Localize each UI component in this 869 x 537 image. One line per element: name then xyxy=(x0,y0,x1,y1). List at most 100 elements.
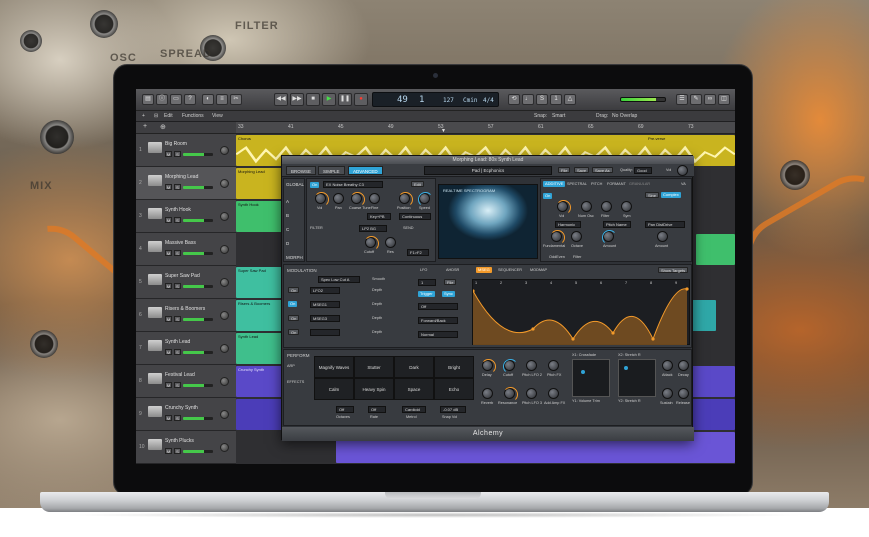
perform-pad[interactable]: Echo xyxy=(434,378,474,400)
pan-knob[interactable] xyxy=(220,344,229,353)
snap-vol-dropdown[interactable]: -0.07 dB xyxy=(440,406,466,413)
mod-source-1[interactable]: LFO2 xyxy=(310,287,340,294)
snap-value[interactable]: Smart xyxy=(552,111,565,121)
volume-fader[interactable] xyxy=(183,417,213,420)
attack-knob[interactable] xyxy=(662,360,673,371)
pause-button[interactable]: ❚❚ xyxy=(338,93,352,106)
timeline-ruler[interactable]: 33 41 45 49 53 57 61 65 69 73 ▼ xyxy=(236,122,735,134)
play-button[interactable]: ▶ xyxy=(322,93,336,106)
menu-edit[interactable]: Edit xyxy=(164,111,173,121)
volume-fader[interactable] xyxy=(183,252,213,255)
tab-additive[interactable]: ADDITIVE xyxy=(543,181,566,187)
toolbar-icon[interactable]: ▭ xyxy=(170,94,182,105)
menu-view[interactable]: View xyxy=(212,111,223,121)
tab-ahdsr[interactable]: AHDSR xyxy=(446,268,459,272)
pan-knob[interactable] xyxy=(220,377,229,386)
volume-fader[interactable] xyxy=(183,351,213,354)
pitch-name-dropdown[interactable]: Pitch Name xyxy=(603,221,631,228)
source-dropdown[interactable]: EX Noise Breathy C3 xyxy=(323,181,383,188)
sidebar-item-a[interactable]: A xyxy=(286,199,289,204)
pitch-lfo2-knob[interactable] xyxy=(526,360,537,371)
perform-pad[interactable]: Heavy Spin xyxy=(354,378,394,400)
audio-region[interactable]: Synth Lead xyxy=(236,333,282,364)
file-button[interactable]: File xyxy=(558,167,571,173)
solo-button[interactable]: S xyxy=(174,184,181,190)
source-edit-button[interactable]: Edit xyxy=(411,181,424,187)
mute-button[interactable]: M xyxy=(165,184,172,190)
solo-button[interactable]: S xyxy=(174,151,181,157)
coarse-tune-knob[interactable] xyxy=(350,192,365,207)
track-name[interactable]: Synth Hook xyxy=(165,207,191,213)
sidebar-item-global[interactable]: GLOBAL xyxy=(286,182,304,187)
num-osc-knob[interactable] xyxy=(581,201,592,212)
save-as-button[interactable]: Save As xyxy=(592,167,613,173)
xy-pad-handle[interactable] xyxy=(624,366,628,370)
tab-browse[interactable]: BROWSE xyxy=(286,166,317,175)
xy-pad-handle[interactable] xyxy=(581,370,585,374)
sidebar-item-morph[interactable]: MORPH xyxy=(286,255,303,260)
track-name[interactable]: Festival Lead xyxy=(165,372,195,378)
harmonic-dropdown[interactable]: Harmonic xyxy=(555,221,581,228)
fundamental-knob[interactable] xyxy=(550,230,565,245)
track-header[interactable]: 2 Morphing Lead M S xyxy=(136,167,236,200)
metronome-icon[interactable]: △ xyxy=(564,94,576,105)
tab-granular[interactable]: GRANULAR xyxy=(629,182,650,186)
solo-button[interactable]: S xyxy=(174,382,181,388)
tab-formant[interactable]: FORMANT xyxy=(607,182,626,186)
sidebar-item-b[interactable]: B xyxy=(286,213,289,218)
notepad-icon[interactable]: ✎ xyxy=(690,94,702,105)
track-name[interactable]: Synth Plucks xyxy=(165,438,194,444)
add-amp-fx-knob[interactable] xyxy=(548,388,559,399)
source-on-button[interactable]: On xyxy=(310,182,320,188)
track-header[interactable]: 10 Synth Plucks M S xyxy=(136,431,236,464)
cycle-icon[interactable]: ⟲ xyxy=(508,94,520,105)
reverb-knob[interactable] xyxy=(482,388,493,399)
solo-button[interactable]: S xyxy=(174,448,181,454)
track-name[interactable]: Super Saw Pad xyxy=(165,273,200,279)
octaves-dropdown[interactable]: Off xyxy=(336,406,354,413)
tab-effects[interactable]: EFFECTS xyxy=(287,380,304,384)
add-track-button[interactable]: + xyxy=(142,111,145,121)
smart-controls-icon[interactable]: ◐ xyxy=(202,94,214,105)
key-dropdown[interactable]: Key+PB xyxy=(367,213,391,220)
volume-fader[interactable] xyxy=(183,285,213,288)
perform-pad[interactable]: Space xyxy=(394,378,434,400)
track-header[interactable]: 3 Synth Hook M S xyxy=(136,200,236,233)
speed-knob[interactable] xyxy=(418,192,433,207)
filter-knob[interactable] xyxy=(601,201,612,212)
pan-knob[interactable] xyxy=(220,443,229,452)
solo-button[interactable]: S xyxy=(174,217,181,223)
track-name[interactable]: Big Room xyxy=(165,141,187,147)
tab-mseg[interactable]: MSEG xyxy=(476,267,492,273)
track-header[interactable]: 4 Massive Bass M S xyxy=(136,233,236,266)
mute-button[interactable]: M xyxy=(165,316,172,322)
browser-icon[interactable]: ◫ xyxy=(718,94,730,105)
menu-functions[interactable]: Functions xyxy=(182,111,204,121)
volume-fader[interactable] xyxy=(183,318,213,321)
audio-region[interactable]: Risers & Boomers xyxy=(236,300,282,331)
cutoff-knob[interactable] xyxy=(364,236,379,251)
mod-source-2[interactable]: MSEG1 xyxy=(310,301,340,308)
pan-knob[interactable] xyxy=(220,410,229,419)
help-icon[interactable]: ? xyxy=(184,94,196,105)
pitch-fx-knob[interactable] xyxy=(548,360,559,371)
rewind-button[interactable]: ◀◀ xyxy=(274,93,288,106)
mod-target-dropdown[interactable]: Spec Low Cut A xyxy=(318,276,360,283)
tab-lfo[interactable]: LFO xyxy=(420,268,427,272)
res-knob[interactable] xyxy=(385,237,396,248)
solo-button[interactable]: S xyxy=(174,415,181,421)
volume-fader[interactable] xyxy=(183,450,213,453)
sustain-knob[interactable] xyxy=(662,388,673,399)
mute-button[interactable]: M xyxy=(165,448,172,454)
loop-dropdown[interactable]: Continuous xyxy=(399,213,431,220)
mseg-editor[interactable]: 1 2 3 4 5 6 7 8 9 xyxy=(472,279,690,345)
pan-knob[interactable] xyxy=(333,193,344,204)
sync-button[interactable]: Sync xyxy=(442,291,455,297)
pan-knob[interactable] xyxy=(220,245,229,254)
master-volume-knob[interactable] xyxy=(677,165,688,176)
pan-knob[interactable] xyxy=(220,179,229,188)
mod-on-2[interactable]: On xyxy=(288,301,298,307)
track-options-icon[interactable]: ⊕ xyxy=(160,123,166,131)
loop-mode-dropdown[interactable]: Forward/Back xyxy=(418,317,458,324)
perform-pad[interactable]: Stutter xyxy=(354,356,394,378)
